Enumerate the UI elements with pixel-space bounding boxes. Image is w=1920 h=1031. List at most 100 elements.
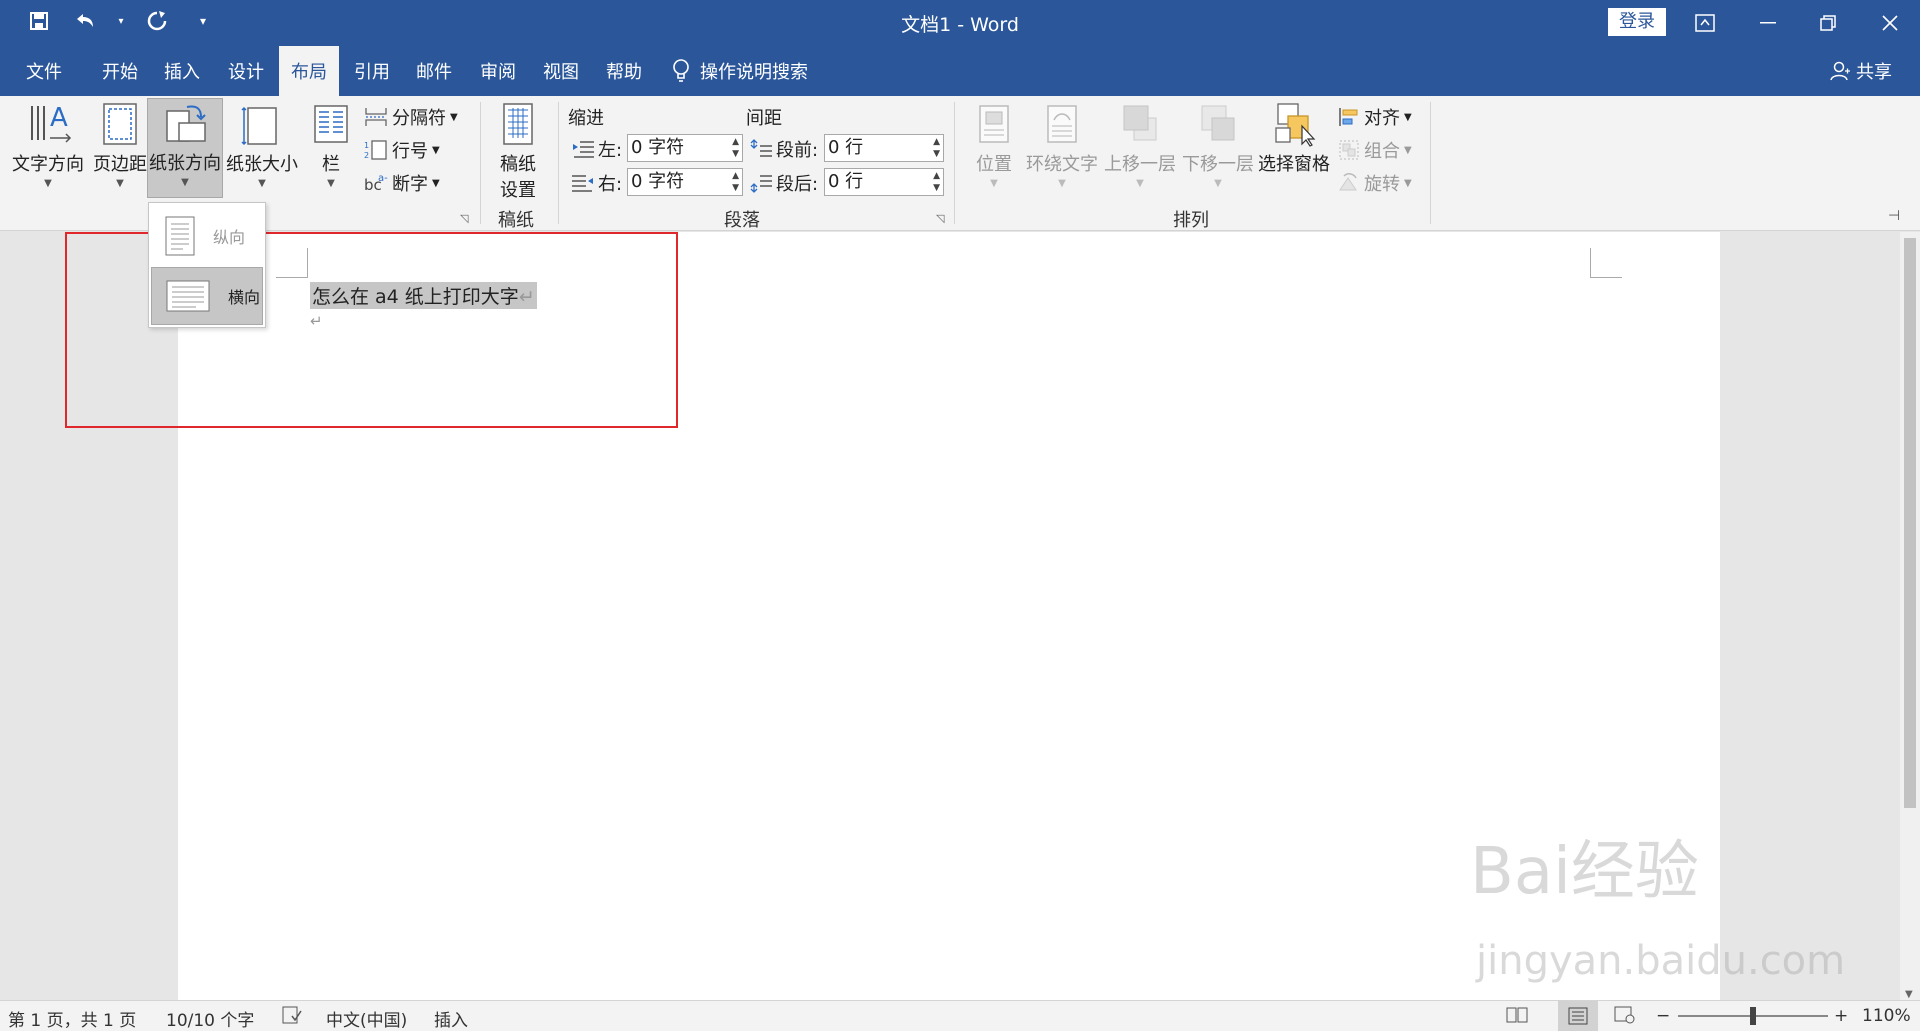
- group-button[interactable]: 组合 ▼: [1338, 137, 1412, 163]
- chevron-down-icon: ▼: [258, 178, 266, 189]
- rotate-label: 旋转: [1364, 174, 1400, 195]
- spacing-after-label: 段后:: [750, 170, 818, 196]
- orientation-menu: 纵向 横向: [148, 202, 266, 328]
- chevron-down-icon: ▼: [1404, 111, 1412, 123]
- tab-layout[interactable]: 布局: [279, 46, 339, 96]
- align-label: 对齐: [1364, 108, 1400, 129]
- chevron-down-icon: ▼: [450, 111, 458, 123]
- indent-right-input[interactable]: 0 字符 ▲ ▼: [627, 168, 743, 196]
- columns-icon: [314, 105, 348, 143]
- bring-forward-button[interactable]: 上移一层 ▼: [1102, 100, 1178, 189]
- page-count[interactable]: 第 1 页，共 1 页: [8, 1006, 136, 1031]
- landscape-page-icon: [166, 280, 210, 312]
- chevron-down-icon: ▼: [1214, 178, 1222, 189]
- ribbon-display-options-icon[interactable]: [1675, 0, 1735, 46]
- spinner-arrows-icon[interactable]: ▲ ▼: [732, 170, 739, 194]
- tab-insert[interactable]: 插入: [152, 46, 212, 96]
- read-mode-icon[interactable]: [1506, 1006, 1528, 1029]
- baidu-watermark: Bai经验: [1470, 835, 1699, 909]
- indent-left-icon: [573, 141, 594, 158]
- tell-me-search[interactable]: 操作说明搜索: [672, 46, 808, 96]
- selection-pane-button[interactable]: 选择窗格: [1256, 100, 1332, 176]
- minimize-icon[interactable]: [1738, 0, 1798, 46]
- word-count[interactable]: 10/10 个字: [166, 1006, 254, 1031]
- orientation-landscape-item[interactable]: 横向: [151, 267, 263, 325]
- wrap-text-button[interactable]: 环绕文字 ▼: [1024, 100, 1100, 189]
- arrange-group-label: 排列: [1173, 210, 1209, 231]
- spacing-before-text: 段前:: [776, 140, 819, 161]
- chevron-down-icon: ▼: [990, 178, 998, 189]
- spacing-heading: 间距: [746, 108, 782, 129]
- portrait-page-icon: [165, 216, 195, 256]
- zoom-level[interactable]: 110%: [1862, 1006, 1911, 1026]
- tab-design[interactable]: 设计: [216, 46, 276, 96]
- tab-file[interactable]: 文件: [14, 46, 74, 96]
- group-separator: [1430, 102, 1431, 224]
- login-button[interactable]: 登录: [1608, 8, 1666, 36]
- language-status[interactable]: 中文(中国): [326, 1006, 407, 1031]
- breaks-button[interactable]: 分隔符 ▼: [364, 104, 458, 130]
- manuscript-settings-button[interactable]: 稿纸 设置: [490, 100, 546, 202]
- tab-help[interactable]: 帮助: [594, 46, 654, 96]
- chevron-down-icon: ▼: [1136, 178, 1144, 189]
- orientation-portrait-item[interactable]: 纵向: [151, 207, 263, 265]
- share-label: 共享: [1856, 62, 1892, 83]
- group-separator: [954, 102, 955, 224]
- spinner-arrows-icon[interactable]: ▲ ▼: [933, 136, 940, 160]
- pin-ribbon-icon[interactable]: ⊣: [1888, 208, 1900, 224]
- title-bar: ▾ ▾ 文档1 - Word 登录: [0, 0, 1920, 46]
- chevron-down-icon: ▼: [1404, 144, 1412, 156]
- position-icon: [979, 105, 1009, 143]
- zoom-out-icon[interactable]: −: [1656, 1006, 1670, 1026]
- lightbulb-icon: [673, 59, 689, 82]
- close-icon[interactable]: [1860, 0, 1920, 46]
- text-direction-button[interactable]: A 文字方向 ▼: [10, 100, 86, 189]
- portrait-label: 纵向: [213, 228, 246, 247]
- orientation-label: 纸张方向: [149, 153, 221, 174]
- zoom-slider-thumb[interactable]: [1750, 1007, 1756, 1025]
- paragraph-dialog-launcher-icon[interactable]: ◹: [936, 212, 944, 225]
- orientation-button[interactable]: 纸张方向 ▼: [147, 98, 223, 198]
- proofing-icon[interactable]: [282, 1006, 302, 1029]
- indent-right-text: 右:: [598, 174, 623, 195]
- manuscript-settings-label-2: 设置: [500, 180, 536, 201]
- spinner-arrows-icon[interactable]: ▲ ▼: [732, 136, 739, 160]
- vertical-scrollbar[interactable]: ▼: [1900, 232, 1920, 1000]
- rotate-button[interactable]: 旋转 ▼: [1338, 170, 1412, 196]
- position-button[interactable]: 位置 ▼: [966, 100, 1022, 189]
- web-layout-icon[interactable]: [1614, 1006, 1636, 1029]
- hyphenation-button[interactable]: bc a- 断字 ▼: [364, 170, 440, 196]
- tab-references[interactable]: 引用: [342, 46, 402, 96]
- scroll-down-icon[interactable]: ▼: [1905, 989, 1913, 1000]
- breaks-label: 分隔符: [392, 108, 446, 129]
- columns-label: 栏: [322, 154, 340, 175]
- size-button[interactable]: 纸张大小 ▼: [224, 100, 300, 189]
- align-button[interactable]: 对齐 ▼: [1338, 104, 1412, 130]
- indent-left-input[interactable]: 0 字符 ▲ ▼: [627, 134, 743, 162]
- tab-view[interactable]: 视图: [531, 46, 591, 96]
- margins-button[interactable]: 页边距 ▼: [88, 100, 152, 189]
- chevron-down-icon: ▼: [432, 144, 440, 156]
- tab-mailings[interactable]: 邮件: [404, 46, 464, 96]
- scrollbar-thumb[interactable]: [1904, 238, 1916, 808]
- ribbon-tab-bar: 文件 开始 插入 设计 布局 引用 邮件 审阅 视图 帮助 操作说明搜索 共享: [0, 46, 1920, 96]
- print-layout-icon[interactable]: [1558, 1001, 1598, 1031]
- page-setup-dialog-launcher-icon[interactable]: ◹: [460, 212, 468, 225]
- insert-mode-status[interactable]: 插入: [434, 1006, 468, 1031]
- zoom-in-icon[interactable]: +: [1834, 1006, 1848, 1026]
- tab-review[interactable]: 审阅: [468, 46, 528, 96]
- spacing-before-input[interactable]: 0 行 ▲ ▼: [824, 134, 944, 162]
- paragraph-group-label: 段落: [724, 210, 760, 231]
- columns-button[interactable]: 栏 ▼: [308, 100, 354, 189]
- spinner-arrows-icon[interactable]: ▲ ▼: [933, 170, 940, 194]
- tab-home[interactable]: 开始: [90, 46, 150, 96]
- restore-icon[interactable]: [1798, 0, 1858, 46]
- baidu-watermark-url: jingyan.baidu.com: [1476, 938, 1846, 984]
- line-numbers-label: 行号: [392, 141, 428, 162]
- spacing-after-input[interactable]: 0 行 ▲ ▼: [824, 168, 944, 196]
- send-backward-button[interactable]: 下移一层 ▼: [1180, 100, 1256, 189]
- share-button[interactable]: 共享: [1830, 46, 1892, 96]
- line-numbers-button[interactable]: 12 行号 ▼: [364, 137, 440, 163]
- hyphenation-label: 断字: [392, 174, 428, 195]
- page-break-icon: [365, 108, 387, 126]
